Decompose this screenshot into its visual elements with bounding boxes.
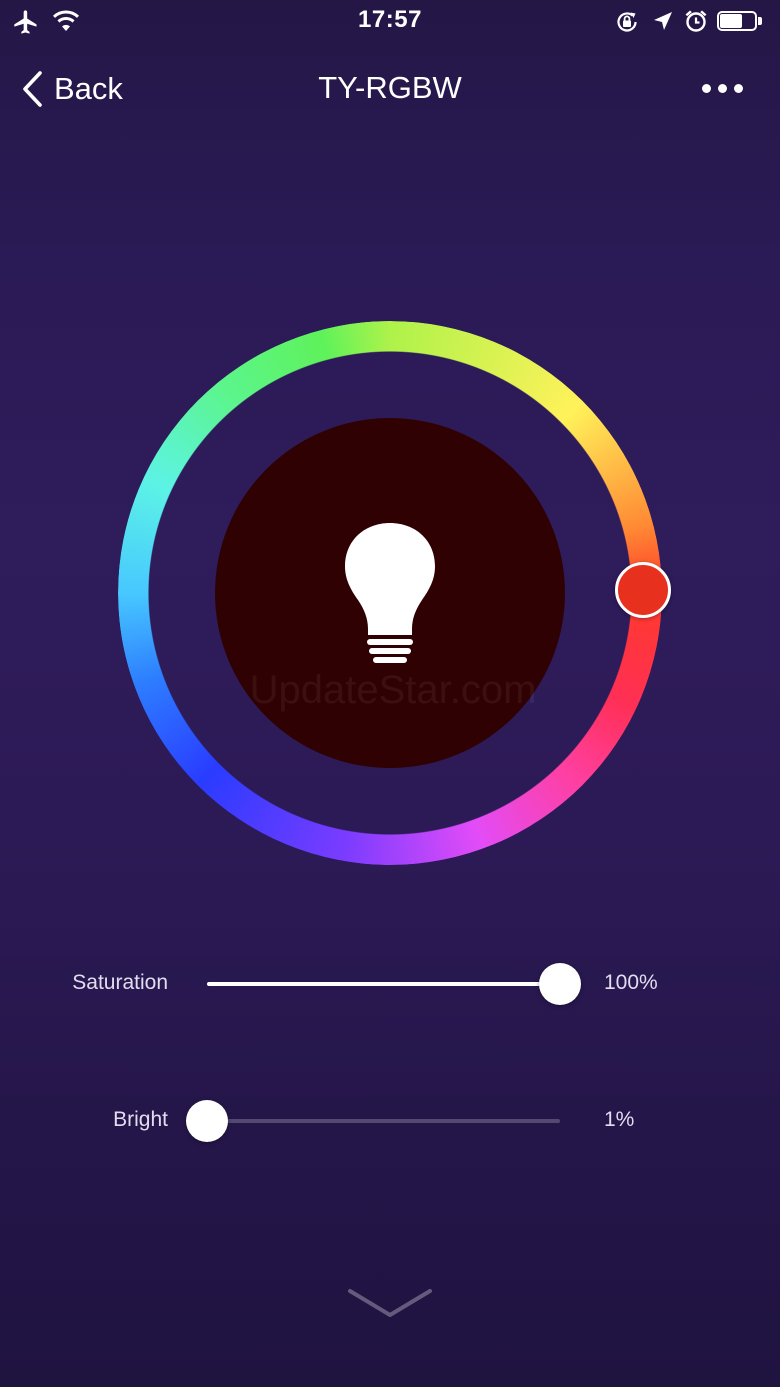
battery-icon [717,11,763,33]
bright-label: Bright [113,1108,168,1131]
location-arrow-icon [654,12,672,30]
saturation-value: 100% [604,971,658,994]
back-label: Back [54,71,123,106]
bright-slider-row: Bright 1% [0,1091,780,1151]
saturation-slider-row: Saturation 100% [0,954,780,1014]
chevron-down-icon[interactable] [346,1286,434,1320]
status-bar: 17:57 [0,0,780,44]
battery-level-fill [720,14,743,28]
nav-bar: Back TY-RGBW [0,56,780,120]
more-options-button[interactable] [690,70,754,106]
color-wheel[interactable] [118,321,671,865]
saturation-slider-thumb[interactable] [539,963,581,1005]
bright-slider-track[interactable] [207,1119,560,1123]
hue-selector-handle[interactable] [615,562,671,618]
more-dots-icon [701,83,711,93]
back-button[interactable]: Back [20,64,123,114]
saturation-slider-track[interactable] [207,982,560,986]
saturation-slider-fill [207,982,560,986]
bright-slider-thumb[interactable] [186,1100,228,1142]
alarm-clock-icon [685,10,707,32]
chevron-left-icon [23,71,42,107]
bright-value: 1% [604,1108,635,1131]
saturation-label: Saturation [72,971,168,994]
light-bulb-icon [345,523,435,663]
orientation-lock-icon [617,12,637,32]
